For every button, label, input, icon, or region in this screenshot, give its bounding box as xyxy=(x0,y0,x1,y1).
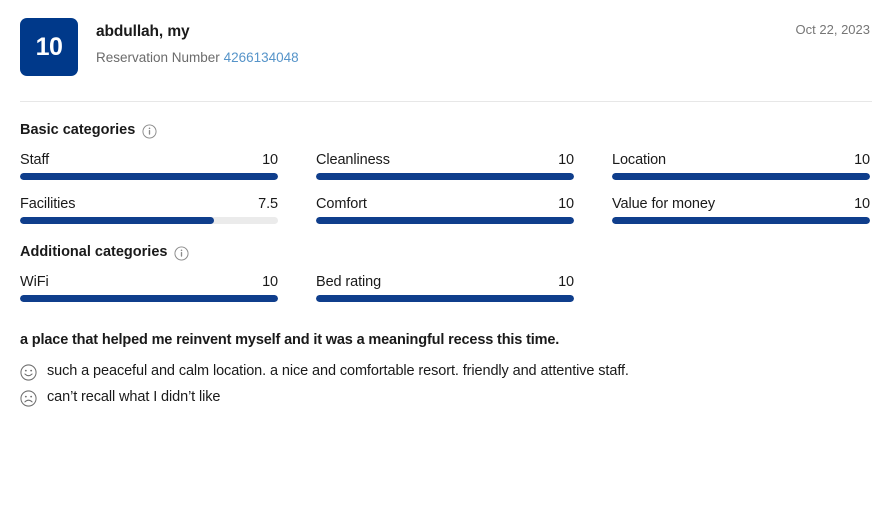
rating-bar-track xyxy=(20,295,278,302)
rating-label: Bed rating xyxy=(316,274,382,290)
rating-label: Staff xyxy=(20,152,50,168)
reviewer-info: abdullah, my Reservation Number 42661340… xyxy=(96,18,299,66)
rating-value: 10 xyxy=(262,274,278,290)
rating-item-facilities: Facilities 7.5 xyxy=(20,196,278,224)
rating-bar-track xyxy=(316,295,574,302)
additional-categories-grid: WiFi 10 Bed rating 10 xyxy=(20,274,892,302)
rating-item-bed-rating: Bed rating 10 xyxy=(316,274,574,302)
rating-bar-fill xyxy=(20,295,278,302)
rating-value: 10 xyxy=(558,196,574,212)
rating-value: 10 xyxy=(854,152,870,168)
rating-value: 10 xyxy=(558,274,574,290)
review-score-badge: 10 xyxy=(20,18,78,76)
rating-bar-track xyxy=(612,217,870,224)
reviewer-name: abdullah, my xyxy=(96,23,190,40)
rating-item-wifi: WiFi 10 xyxy=(20,274,278,302)
rating-bar-fill xyxy=(20,217,214,224)
rating-label: Comfort xyxy=(316,196,367,212)
review-header: 10 abdullah, my Reservation Number 42661… xyxy=(0,0,892,76)
smiley-face-icon xyxy=(20,364,37,381)
rating-bar-track xyxy=(316,217,574,224)
rating-bar-fill xyxy=(316,173,574,180)
rating-item-comfort: Comfort 10 xyxy=(316,196,574,224)
positive-comment-text: such a peaceful and calm location. a nic… xyxy=(47,363,629,379)
rating-item-staff: Staff 10 xyxy=(20,152,278,180)
rating-item-value-for-money: Value for money 10 xyxy=(612,196,870,224)
rating-bar-track xyxy=(316,173,574,180)
additional-categories-title: Additional categories xyxy=(20,244,168,260)
additional-categories-heading: Additional categories xyxy=(20,244,892,261)
basic-categories-title: Basic categories xyxy=(20,122,136,138)
rating-bar-fill xyxy=(612,217,870,224)
rating-bar-track xyxy=(20,173,278,180)
review-comments: such a peaceful and calm location. a nic… xyxy=(20,362,892,407)
guest-review-card: 10 abdullah, my Reservation Number 42661… xyxy=(0,0,892,510)
rating-label: Location xyxy=(612,152,667,168)
header-divider xyxy=(20,101,872,102)
review-date: Oct 22, 2023 xyxy=(795,22,870,37)
frowny-face-icon xyxy=(20,389,37,407)
rating-bar-fill xyxy=(20,173,278,180)
basic-categories-heading: Basic categories xyxy=(20,122,892,139)
reservation-number-link[interactable]: 4266134048 xyxy=(224,50,299,65)
reservation-number-label: Reservation Number xyxy=(96,49,220,65)
info-circle-icon[interactable] xyxy=(174,245,189,261)
rating-bar-fill xyxy=(612,173,870,180)
rating-label: Cleanliness xyxy=(316,152,390,168)
rating-label: WiFi xyxy=(20,274,49,290)
rating-item-cleanliness: Cleanliness 10 xyxy=(316,152,574,180)
rating-label: Facilities xyxy=(20,196,76,212)
rating-bar-track xyxy=(612,173,870,180)
rating-item-location: Location 10 xyxy=(612,152,870,180)
rating-bar-track xyxy=(20,217,278,224)
rating-value: 10 xyxy=(262,152,278,168)
reservation-line: Reservation Number 4266134048 xyxy=(96,49,299,67)
negative-comment-text: can’t recall what I didn’t like xyxy=(47,388,221,405)
rating-value: 10 xyxy=(854,196,870,212)
rating-value: 10 xyxy=(558,152,574,168)
negative-comment-row: can’t recall what I didn’t like xyxy=(20,388,892,408)
rating-bar-fill xyxy=(316,295,574,302)
review-title: a place that helped me reinvent myself a… xyxy=(20,332,560,348)
rating-value: 7.5 xyxy=(258,196,278,212)
basic-categories-grid: Staff 10 Cleanliness 10 Location 10 Faci… xyxy=(20,152,892,224)
positive-comment-row: such a peaceful and calm location. a nic… xyxy=(20,362,892,382)
rating-label: Value for money xyxy=(612,196,716,212)
info-circle-icon[interactable] xyxy=(142,123,157,139)
rating-bar-fill xyxy=(316,217,574,224)
